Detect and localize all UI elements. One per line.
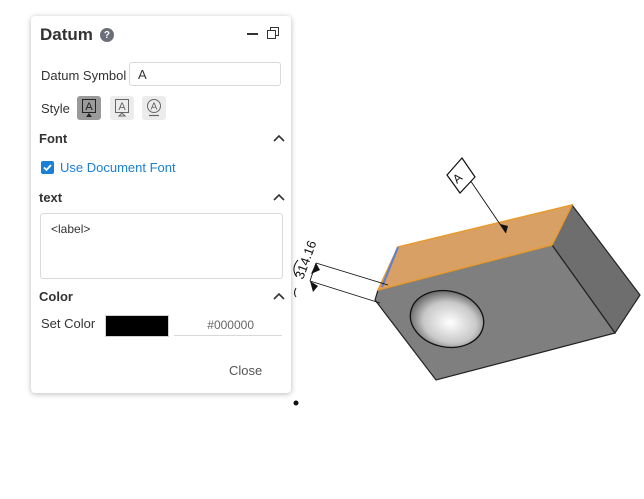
dimension-label[interactable]: 314.16 <box>292 239 320 281</box>
text-label-input[interactable]: <label> <box>40 213 283 279</box>
color-hex-input[interactable] <box>174 314 282 336</box>
use-document-font-checkbox[interactable] <box>41 161 54 174</box>
style-label: Style <box>41 101 70 116</box>
datum-circled-icon: A <box>147 99 161 117</box>
svg-text:A: A <box>151 102 158 113</box>
use-document-font-label[interactable]: Use Document Font <box>60 160 176 175</box>
style-option-framed-anchor[interactable]: A <box>110 96 134 120</box>
style-option-circled-anchor[interactable]: A <box>142 96 166 120</box>
datum-symbol-input[interactable] <box>129 62 281 86</box>
svg-text:A: A <box>85 101 93 113</box>
color-collapse-chevron-icon[interactable] <box>273 292 285 300</box>
color-section-title: Color <box>39 289 73 304</box>
check-icon <box>43 164 52 172</box>
font-collapse-chevron-icon[interactable] <box>273 134 285 142</box>
set-color-label: Set Color <box>41 316 96 331</box>
cursor-dot <box>293 400 299 406</box>
style-option-framed-underline[interactable]: A <box>77 96 101 120</box>
svg-text:A: A <box>118 101 126 113</box>
datum-panel: Datum ? Datum Symbol Style A A A Font <box>31 16 291 393</box>
minimize-icon[interactable] <box>247 33 258 35</box>
datum-framed-icon: A <box>82 99 96 117</box>
color-swatch[interactable] <box>105 315 169 337</box>
datum-framed-anchor-icon: A <box>115 99 129 117</box>
text-section-title: text <box>39 190 63 205</box>
help-icon[interactable]: ? <box>99 28 114 42</box>
datum-symbol-label: Datum Symbol <box>41 68 127 83</box>
panel-title: Datum <box>40 25 93 44</box>
restore-window-icon[interactable] <box>267 27 279 39</box>
text-collapse-chevron-icon[interactable] <box>273 193 285 201</box>
font-section-title: Font <box>39 131 68 146</box>
close-button[interactable]: Close <box>229 363 262 378</box>
